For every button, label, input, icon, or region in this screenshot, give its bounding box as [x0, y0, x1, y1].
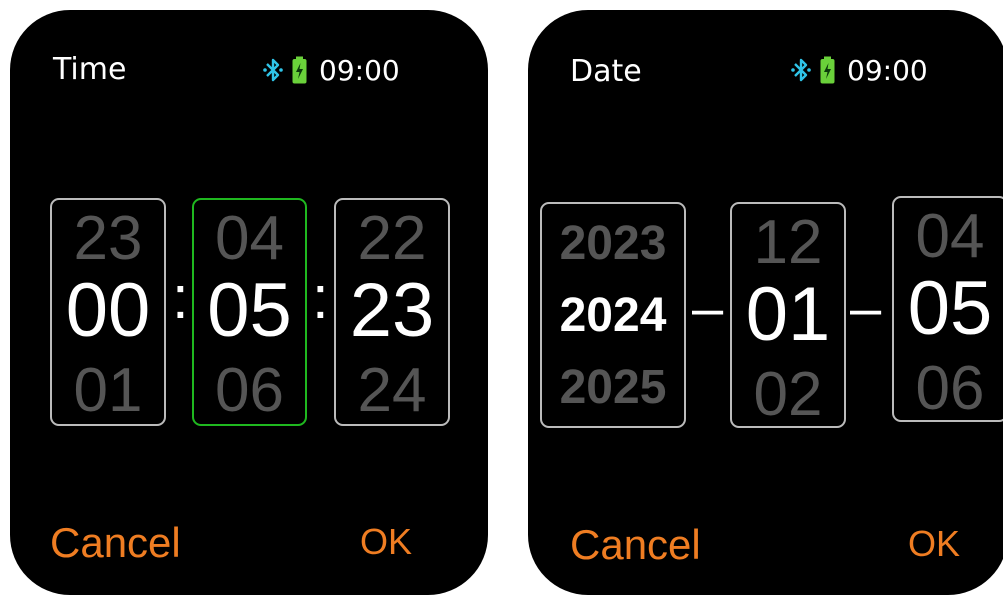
bluetooth-icon [263, 58, 283, 82]
hour-value: 00 [65, 268, 151, 353]
second-picker[interactable]: 22 23 24 [334, 198, 450, 426]
minute-next: 06 [215, 356, 284, 425]
battery-icon [820, 56, 835, 84]
time-setting-screen: Time 09:00 23 00 01 : 04 05 06 : 22 23 2… [10, 10, 488, 595]
day-next: 06 [915, 354, 985, 423]
page-title: Date [570, 54, 642, 89]
status-bar: 09:00 [262, 52, 400, 88]
status-clock: 09:00 [847, 53, 928, 87]
ok-button[interactable]: OK [360, 524, 412, 560]
hour-next: 01 [73, 356, 143, 425]
minute-picker[interactable]: 04 05 06 [192, 198, 307, 426]
year-prev: 2023 [559, 217, 667, 270]
second-prev: 22 [357, 204, 427, 273]
year-next: 2025 [559, 361, 667, 414]
cancel-button[interactable]: Cancel [570, 524, 701, 566]
date-separator: – [692, 276, 724, 339]
time-separator: : [312, 264, 329, 331]
day-picker[interactable]: 04 05 06 [892, 196, 1003, 422]
month-value: 01 [745, 272, 831, 357]
month-prev: 12 [753, 208, 823, 277]
minute-prev: 04 [215, 204, 284, 273]
time-separator: : [172, 264, 189, 331]
day-value: 05 [907, 266, 993, 351]
minute-value: 05 [207, 268, 292, 353]
month-picker[interactable]: 12 01 02 [730, 202, 846, 428]
second-value: 23 [349, 268, 435, 353]
date-separator: – [850, 276, 882, 339]
year-value: 2024 [559, 289, 667, 342]
month-next: 02 [753, 360, 823, 429]
date-setting-screen: Date 09:00 2023 2024 2025 – 12 01 02 – 0… [528, 10, 1003, 595]
status-bar: 09:00 [790, 52, 928, 88]
cancel-button[interactable]: Cancel [50, 522, 181, 564]
hour-picker[interactable]: 23 00 01 [50, 198, 166, 426]
ok-button[interactable]: OK [908, 526, 960, 562]
day-prev: 04 [915, 202, 985, 271]
second-next: 24 [357, 356, 427, 425]
hour-prev: 23 [73, 204, 143, 273]
year-picker[interactable]: 2023 2024 2025 [540, 202, 686, 428]
page-title: Time [53, 52, 127, 87]
status-clock: 09:00 [319, 53, 400, 87]
bluetooth-icon [791, 58, 811, 82]
battery-icon [292, 56, 307, 84]
